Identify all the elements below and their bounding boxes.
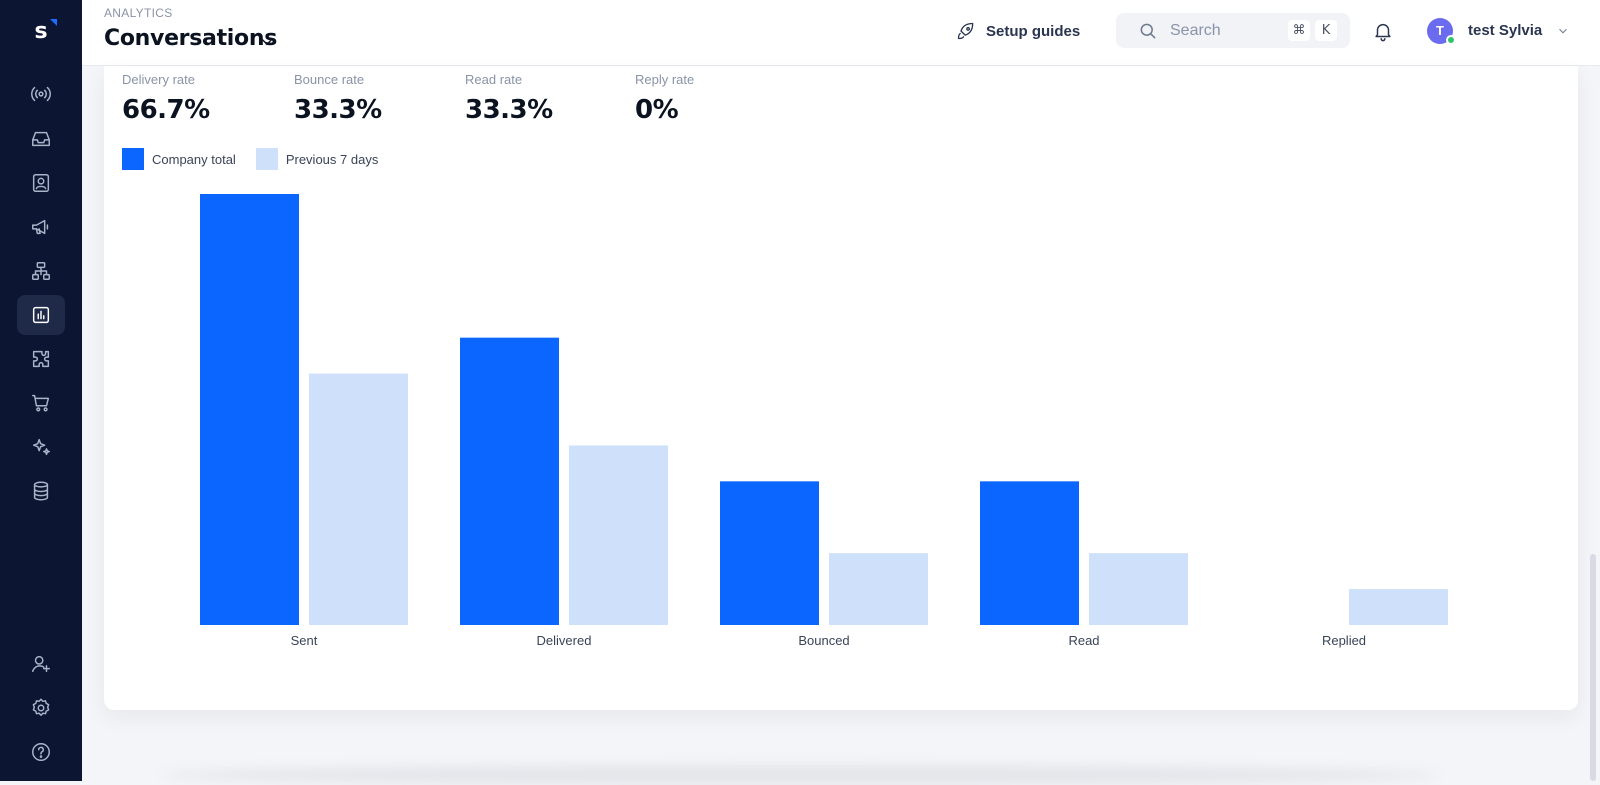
- conversations-analytics-card: Delivery rate 66.7% Bounce rate 33.3% Re…: [104, 66, 1578, 710]
- broadcast-icon: [31, 86, 51, 102]
- rocket-icon: [957, 22, 974, 40]
- shortcut-cmd: ⌘: [1288, 20, 1310, 41]
- sidebar-item-commerce[interactable]: [17, 383, 65, 423]
- sidebar-item-invite-user[interactable]: [17, 644, 65, 684]
- bar-read-company-total[interactable]: [980, 481, 1079, 625]
- search-placeholder: Search: [1170, 22, 1221, 39]
- analytics-icon: [32, 306, 50, 324]
- x-tick-label: Bounced: [798, 633, 849, 648]
- sidebar-item-integrations[interactable]: [17, 339, 65, 379]
- bar-bounced-previous-7-days[interactable]: [829, 553, 928, 625]
- sidebar-item-campaigns[interactable]: [17, 207, 65, 247]
- integrations-icon: [32, 350, 50, 368]
- flows-icon: [32, 262, 50, 280]
- contacts-icon: [32, 174, 50, 192]
- sidebar: s: [0, 0, 82, 781]
- x-tick-label: Replied: [1322, 633, 1366, 648]
- sidebar-item-analytics[interactable]: [17, 295, 65, 335]
- bar-delivered-company-total[interactable]: [460, 337, 559, 625]
- setup-guides-button[interactable]: Setup guides: [956, 18, 1080, 44]
- bar-bounced-company-total[interactable]: [720, 481, 819, 625]
- setup-guides-label: Setup guides: [986, 22, 1081, 40]
- search-icon: [1140, 23, 1156, 39]
- add-user-icon: [32, 655, 50, 673]
- bar-sent-company-total[interactable]: [200, 194, 299, 625]
- sidebar-item-ai[interactable]: [17, 427, 65, 467]
- settings-icon: [32, 698, 50, 716]
- shortcut-key: K: [1315, 20, 1337, 41]
- bell-icon[interactable]: [1372, 20, 1394, 42]
- ai-sparkle-icon: [32, 438, 50, 456]
- sidebar-item-data[interactable]: [17, 471, 65, 511]
- database-icon: [33, 481, 49, 501]
- sidebar-item-contacts[interactable]: [17, 163, 65, 203]
- bar-sent-previous-7-days[interactable]: [309, 373, 408, 625]
- page-title[interactable]: Conversations: [104, 26, 277, 51]
- user-name[interactable]: test Sylvia: [1468, 22, 1542, 39]
- x-tick-label: Delivered: [537, 633, 592, 648]
- sidebar-item-settings[interactable]: [17, 688, 65, 728]
- inbox-icon: [32, 131, 50, 147]
- bar-read-previous-7-days[interactable]: [1089, 553, 1188, 625]
- bar-chart: Sent Delivered Bounced Read Replied: [200, 194, 1448, 648]
- next-card-shadow: [160, 765, 1440, 785]
- user-menu-chevron-icon[interactable]: [1556, 24, 1570, 38]
- sidebar-item-flows[interactable]: [17, 251, 65, 291]
- online-status-dot: [1446, 35, 1456, 45]
- sidebar-item-inbox[interactable]: [17, 119, 65, 159]
- chevron-down-icon[interactable]: [258, 33, 276, 51]
- cart-icon: [32, 394, 50, 412]
- page-scrollbar[interactable]: [1590, 554, 1596, 781]
- sidebar-item-broadcast[interactable]: [17, 74, 65, 114]
- top-bar: ANALYTICS Conversations Setup guides Sea…: [82, 0, 1600, 66]
- sidebar-item-help[interactable]: [17, 732, 65, 772]
- x-tick-label: Sent: [291, 633, 318, 648]
- search-input[interactable]: Search ⌘ K: [1116, 13, 1350, 48]
- bar-replied-previous-7-days[interactable]: [1349, 589, 1448, 625]
- bar-delivered-previous-7-days[interactable]: [569, 445, 668, 625]
- logo-mark: [50, 19, 57, 26]
- x-tick-label: Read: [1068, 633, 1099, 648]
- breadcrumb: ANALYTICS: [104, 6, 173, 20]
- megaphone-icon: [32, 219, 49, 235]
- help-icon: [32, 743, 50, 761]
